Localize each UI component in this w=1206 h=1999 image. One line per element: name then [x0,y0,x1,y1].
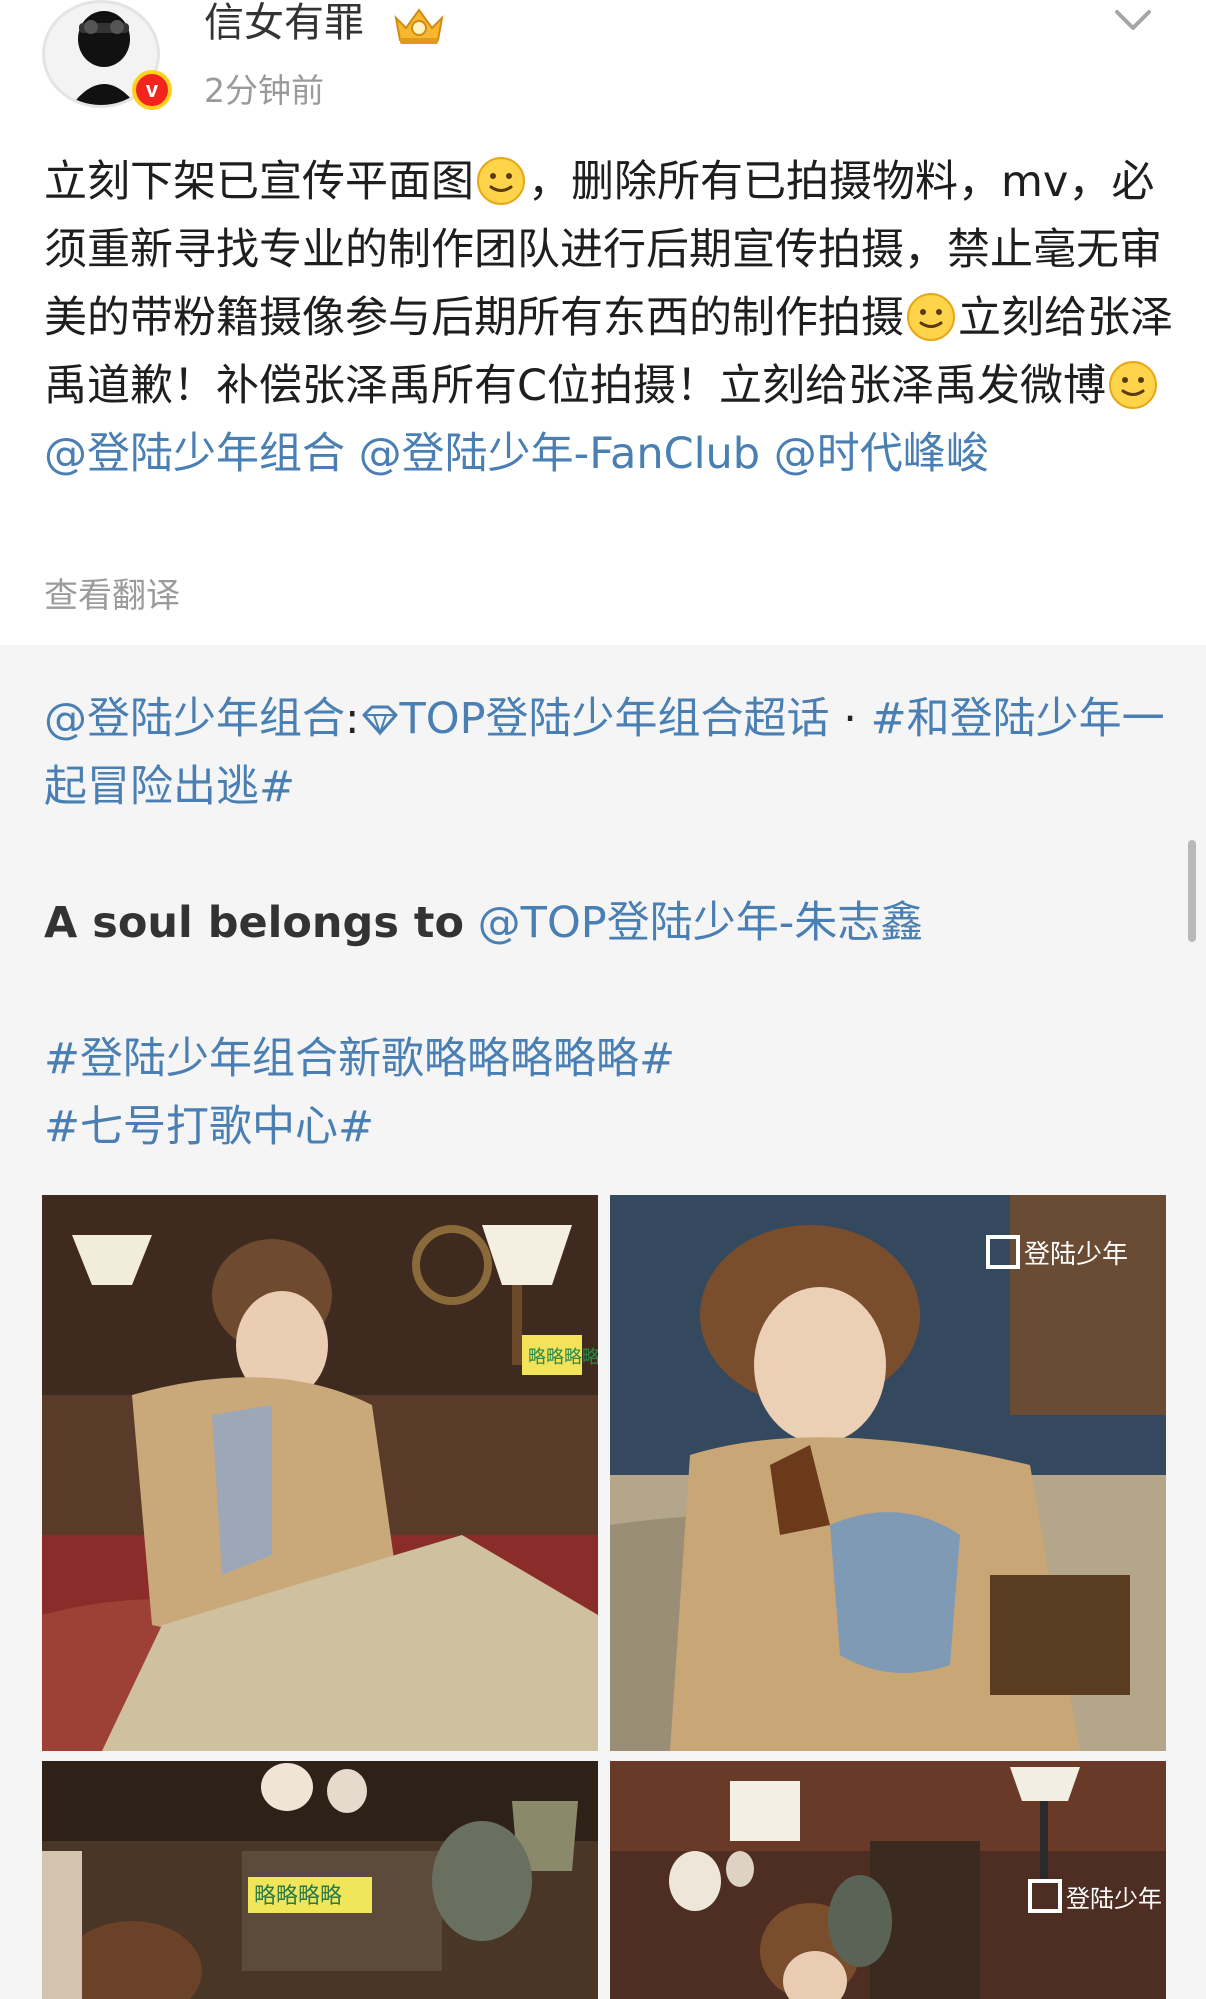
photo-thumbnail[interactable]: 略略略略 [42,1761,598,1999]
photo-image: 略略略略 [42,1195,598,1751]
supertopic-diamond-icon [362,705,397,737]
crown-badge-icon[interactable] [392,4,446,46]
verified-v-icon: v [132,70,172,110]
photo-image: 登陆少年 [610,1195,1166,1751]
photo-image: 登陆少年 [610,1761,1166,1999]
repost-line-1: @登陆少年组合: TOP登陆少年组合超话 · #和登陆少年一起冒险出逃# [44,685,1170,821]
soul-text: A soul belongs to [44,898,464,948]
hashtag-link[interactable]: #登陆少年组合新歌略略略略略# [44,1034,675,1084]
repost-author-mention[interactable]: @登陆少年组合 [44,694,345,744]
photo-thumbnail[interactable]: 略略略略 [42,1195,598,1751]
repost-line-soul: A soul belongs to @TOP登陆少年-朱志鑫 [44,889,1170,957]
photo-thumbnail[interactable]: 登陆少年 [610,1761,1166,1999]
repost-colon: : [345,694,360,744]
smile-emoji-icon [477,157,525,205]
sticker-text: 略略略略 [254,1884,342,1909]
smile-emoji-icon [907,293,955,341]
separator-dot: · [829,694,871,744]
post-header: v 信女有罪 2分钟前 [0,0,1206,120]
photo-grid: 略略略略 登陆少年 略略略略 登陆少年 [42,1195,1166,1999]
sticker-text: 略略略略 [528,1347,598,1368]
photo-image: 略略略略 [42,1761,598,1999]
post-text-segment: 立刻下架已宣传平面图 [44,157,474,207]
post-body: 立刻下架已宣传平面图 ，删除所有已拍摄物料，mv，必须重新寻找专业的制作团队进行后… [44,148,1174,488]
avatar-silhouette-icon [72,11,136,105]
mention-link[interactable]: @登陆少年组合 [44,429,345,479]
username[interactable]: 信女有罪 [204,0,364,46]
view-translation-link[interactable]: 查看翻译 [44,568,180,617]
logo-text: 登陆少年 [1066,1885,1162,1913]
repost-card[interactable]: @登陆少年组合: TOP登陆少年组合超话 · #和登陆少年一起冒险出逃# A so… [0,645,1206,1999]
scrollbar-thumb[interactable] [1188,840,1196,942]
avatar[interactable]: v [42,0,172,110]
logo-text: 登陆少年 [1024,1240,1128,1270]
hashtag-link[interactable]: #七号打歌中心# [44,1102,374,1152]
smile-emoji-icon [1109,361,1158,409]
photo-thumbnail[interactable]: 登陆少年 [610,1195,1166,1751]
post-timestamp: 2分钟前 [204,71,324,110]
repost-body: @登陆少年组合: TOP登陆少年组合超话 · #和登陆少年一起冒险出逃# A so… [44,685,1170,1161]
mention-link[interactable]: @登陆少年-FanClub [359,429,760,479]
chevron-down-icon[interactable] [1114,8,1152,34]
mention-link[interactable]: @时代峰峻 [774,429,989,479]
member-mention[interactable]: @TOP登陆少年-朱志鑫 [478,898,924,948]
supertopic-link[interactable]: TOP登陆少年组合超话 [400,694,830,744]
